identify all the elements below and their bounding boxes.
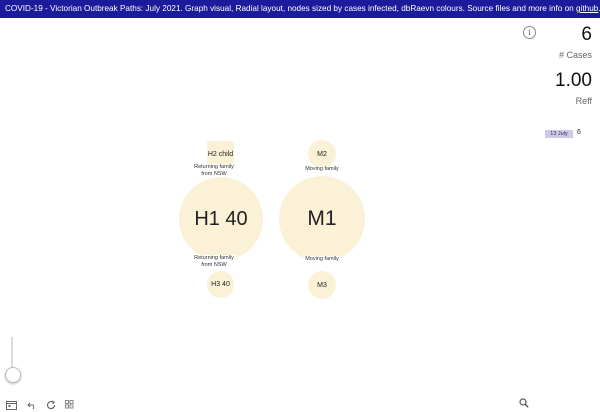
node-h3[interactable]: H3 40 xyxy=(207,271,234,298)
timeline-count: 6 xyxy=(577,129,581,136)
github-link[interactable]: github xyxy=(576,4,598,13)
refresh-icon[interactable] xyxy=(46,400,56,412)
node-m3-label: M3 xyxy=(317,281,327,289)
node-h3-label: H3 40 xyxy=(211,281,230,288)
cases-value: 6 xyxy=(581,24,592,45)
reff-value: 1.00 xyxy=(555,70,592,91)
reff-label: Reff xyxy=(575,96,592,106)
zoom-slider-thumb[interactable] xyxy=(5,367,21,383)
calendar-icon[interactable] xyxy=(6,400,17,412)
search-icon[interactable] xyxy=(519,398,529,411)
node-h1-label: H1 40 xyxy=(194,207,248,230)
node-m1-label: M1 xyxy=(307,207,337,230)
node-m2[interactable]: M2 xyxy=(308,140,336,168)
undo-icon[interactable] xyxy=(27,400,37,412)
edge-label-h1-h3: Returning family from NSW xyxy=(193,255,235,269)
node-m2-label: M2 xyxy=(317,150,327,158)
node-h2-label: H2 child xyxy=(207,151,234,158)
page-title-bar: COVID-19 - Victorian Outbreak Paths: Jul… xyxy=(0,0,600,18)
info-icon[interactable]: i xyxy=(523,26,536,39)
grid-icon[interactable] xyxy=(65,400,74,411)
cases-label: # Cases xyxy=(558,50,592,60)
edge-label-h1-h2: Returning family from NSW xyxy=(193,164,235,178)
node-h1[interactable]: H1 40 xyxy=(179,177,263,261)
edge-label-m1-m3: Moving family xyxy=(304,256,340,263)
node-m1[interactable]: M1 xyxy=(279,176,365,262)
edge-label-m1-m2: Moving family xyxy=(304,166,340,173)
page-title: COVID-19 - Victorian Outbreak Paths: Jul… xyxy=(5,4,576,13)
node-m3[interactable]: M3 xyxy=(308,271,336,299)
timeline-date-chip[interactable]: 13 July xyxy=(545,130,573,138)
